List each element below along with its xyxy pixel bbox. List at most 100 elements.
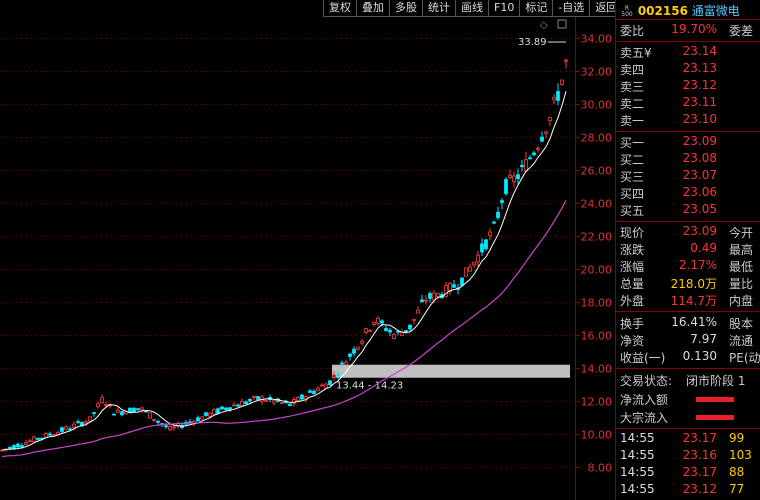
buy-price: 23.06: [682, 185, 717, 199]
candle-body: [364, 328, 368, 333]
candle-body: [468, 266, 472, 272]
stat-value: 16.41%: [671, 315, 717, 329]
candle-body: [244, 401, 248, 405]
toolbar-button-diejia[interactable]: 叠加: [356, 0, 389, 17]
sell-label: 卖五¥: [620, 46, 652, 60]
candle-body: [68, 428, 72, 431]
tick-row: 14:55 23.16 103: [616, 448, 760, 465]
stat-value: 0.130: [682, 349, 717, 363]
candle-body: [524, 158, 528, 172]
toolbar-button-biaoji[interactable]: 标记: [519, 0, 553, 17]
quote-label: 外盘: [620, 294, 645, 308]
weibi-value: 19.70%: [671, 22, 717, 36]
candle-body: [328, 380, 332, 386]
candle-body: [148, 412, 152, 419]
candle-body: [92, 412, 96, 414]
candle-body: [332, 374, 336, 378]
sell-label: 卖三: [620, 80, 645, 94]
sell-price: 23.13: [682, 61, 717, 75]
axis-label: 34.00: [581, 33, 613, 46]
candle-body: [12, 445, 16, 450]
chart-toolbar: 复权 叠加 多股 统计 画线 F10 标记 -自选 返回: [323, 0, 623, 17]
buy-label: 买四: [620, 187, 645, 201]
candle-body: [140, 407, 144, 411]
tick-volume: 77: [729, 482, 745, 496]
tick-time: 14:55: [620, 431, 655, 445]
candle-body: [172, 426, 176, 429]
sell-row: 卖四 23.13: [616, 61, 760, 78]
axis-label: 12.00: [581, 396, 613, 409]
candle-body: [564, 59, 568, 62]
candle-body: [32, 436, 36, 443]
market-badge: R 500: [620, 5, 634, 18]
candle-body: [412, 318, 416, 321]
divider: [616, 311, 760, 312]
candle-body: [532, 152, 536, 156]
candle-body: [428, 293, 432, 299]
candle-body: [152, 418, 156, 421]
stat-label: 换手: [620, 317, 645, 331]
weibi-label: 委比: [620, 24, 645, 38]
candle-body: [296, 397, 300, 401]
toolbar-button-duogu[interactable]: 多股: [389, 0, 422, 17]
candle-body: [368, 329, 372, 332]
candle-body: [104, 403, 108, 406]
candle-body: [352, 348, 356, 354]
candle-body: [556, 91, 560, 101]
quote-row: 涨跌 0.49 最高: [616, 241, 760, 258]
badge-bottom: 500: [621, 10, 633, 18]
candle-body: [212, 409, 216, 415]
tick-price: 23.17: [682, 431, 717, 445]
candle-body: [96, 403, 100, 408]
axis-label: 20.00: [581, 264, 613, 277]
toolbar-button-zixuan[interactable]: -自选: [552, 0, 590, 17]
status-value: 闭市阶段 1: [686, 374, 746, 388]
flow-row: 净流入额: [616, 391, 760, 408]
flow-label: 大宗流入: [620, 411, 669, 425]
candle-body: [64, 426, 68, 430]
candle-body: [504, 179, 508, 194]
quote-label: 涨幅: [620, 260, 645, 274]
buy-price: 23.09: [682, 134, 717, 148]
axis-label: 26.00: [581, 165, 613, 178]
divider: [616, 19, 760, 20]
candle-body: [16, 443, 20, 448]
diamond-icon: ◇: [540, 20, 548, 31]
toolbar-button-huaxian[interactable]: 画线: [455, 0, 488, 17]
kline-chart[interactable]: 34.00 32.00 30.00 28.00 26.00 24.00 22.00 20.00…: [0, 0, 615, 500]
candle-body: [420, 299, 424, 303]
candle-body: [520, 164, 524, 168]
candle-body: [236, 404, 240, 407]
yuan-mark-icon: ¥: [644, 46, 652, 60]
candle-body: [488, 231, 492, 236]
sell-price: 23.14: [682, 44, 717, 58]
sell-label: 卖一: [620, 114, 645, 128]
candle-body: [376, 317, 380, 324]
candle-body: [452, 284, 456, 288]
candle-body: [120, 411, 124, 416]
quote-extra-label: 量比: [729, 277, 754, 291]
candle-body: [28, 440, 32, 443]
stat-label: 净资: [620, 334, 645, 348]
candle-body: [224, 407, 228, 411]
candle-body: [320, 384, 324, 387]
quote-row: 涨幅 2.17% 最低: [616, 258, 760, 275]
sell-row: 卖三 23.12: [616, 78, 760, 95]
tick-price: 23.17: [682, 465, 717, 479]
weicha-label: 委差: [729, 24, 754, 38]
buy-price: 23.07: [682, 168, 717, 182]
quote-value: 0.49: [690, 241, 717, 255]
candle-body: [472, 261, 476, 266]
sell-price: 23.12: [682, 78, 717, 92]
candle-body: [196, 417, 200, 422]
toolbar-button-fuquan[interactable]: 复权: [323, 0, 356, 17]
high-price-label: 33.89: [518, 37, 547, 48]
sell-label: 卖四: [620, 63, 645, 77]
flow-row: 大宗流入: [616, 409, 760, 426]
candle-body: [408, 324, 412, 330]
buy-row: 买三 23.07: [616, 168, 760, 185]
toolbar-button-tongji[interactable]: 统计: [422, 0, 455, 17]
ma-short-line: [1, 91, 567, 451]
toolbar-button-f10[interactable]: F10: [488, 0, 520, 17]
candle-body: [20, 445, 24, 447]
